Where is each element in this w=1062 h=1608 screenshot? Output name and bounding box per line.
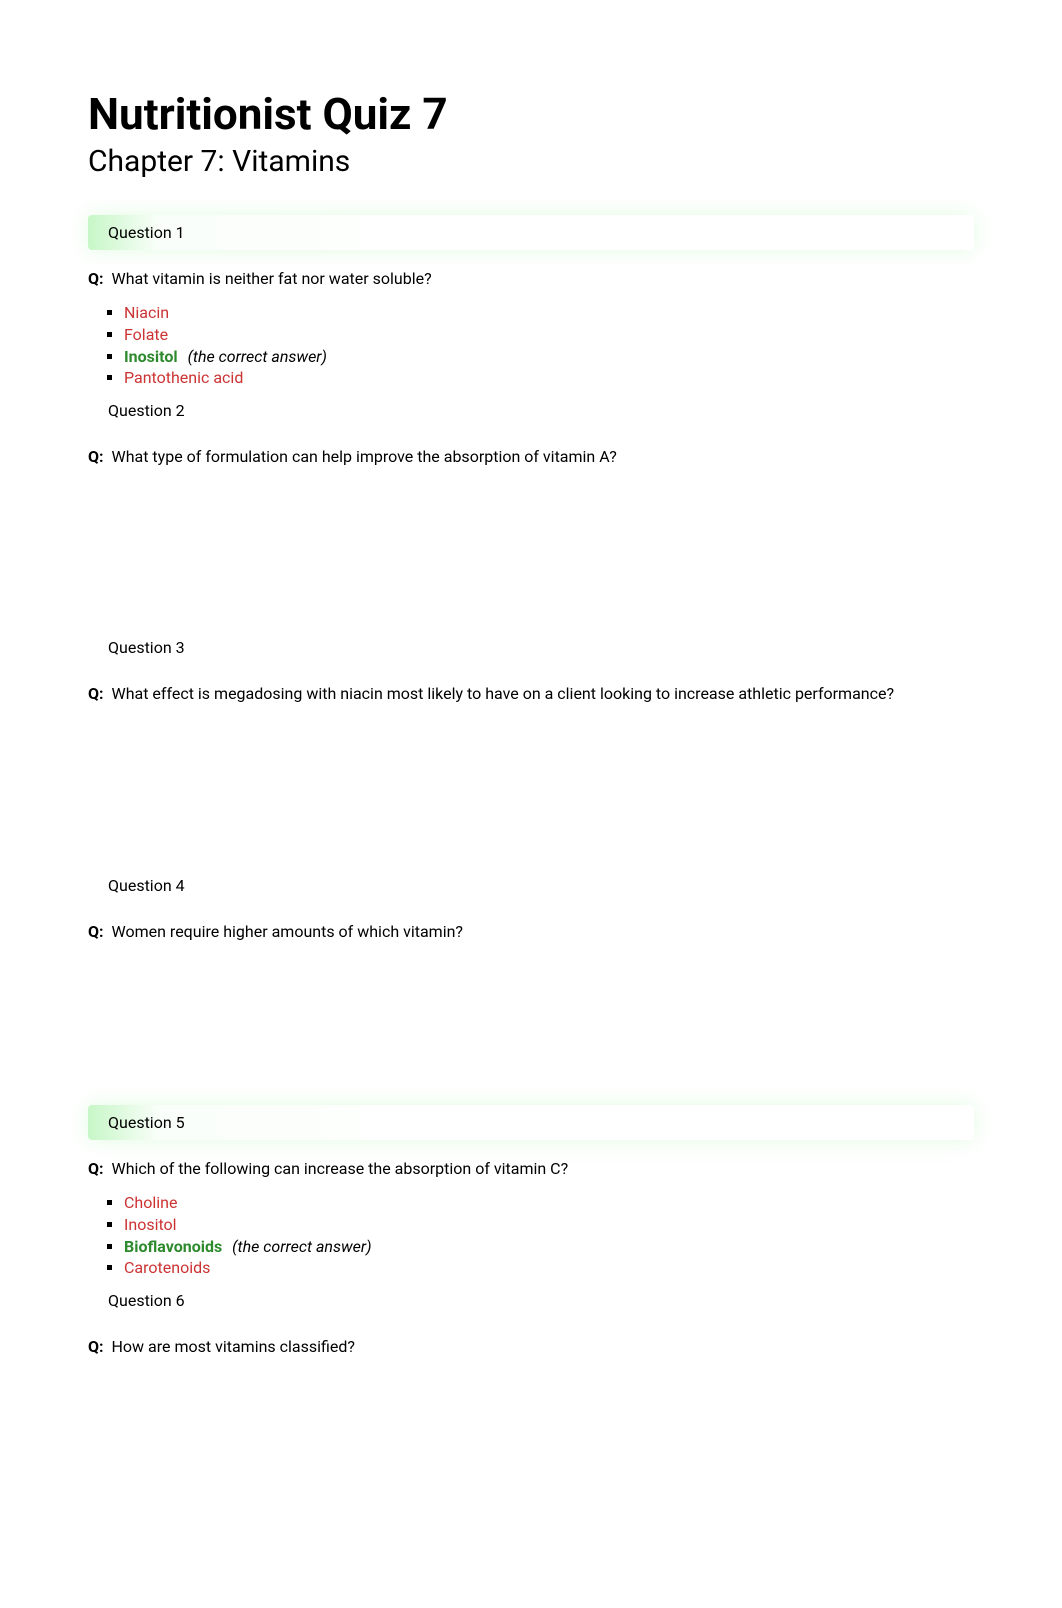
question-header: Question 6 (88, 1283, 974, 1318)
answer-item: Folate (124, 324, 974, 346)
question-text: Which of the following can increase the … (108, 1159, 569, 1178)
page-title: Nutritionist Quiz 7 (88, 88, 974, 140)
answer-spacer (88, 718, 974, 868)
question-header: Question 5 (88, 1105, 974, 1140)
question-prompt: Q: What type of formulation can help imp… (88, 446, 974, 468)
question-prompt: Q: How are most vitamins classified? (88, 1336, 974, 1358)
question-text: What vitamin is neither fat nor water so… (108, 269, 432, 288)
question-header: Question 2 (88, 393, 974, 428)
question-block: Question 3 Q: What effect is megadosing w… (88, 630, 974, 867)
question-header: Question 1 (88, 215, 974, 250)
answer-incorrect: Folate (124, 325, 168, 344)
question-block: Question 6 Q: How are most vitamins class… (88, 1283, 974, 1520)
question-prefix: Q: (88, 269, 104, 288)
question-prompt: Q: Which of the following can increase t… (88, 1158, 974, 1180)
answer-incorrect: Choline (124, 1193, 177, 1212)
answer-item: Bioflavonoids (the correct answer) (124, 1236, 974, 1258)
questions-container: Question 1 Q: What vitamin is neither fat… (88, 215, 974, 1520)
question-header: Question 4 (88, 868, 974, 903)
answer-spacer (88, 480, 974, 630)
question-text: Women require higher amounts of which vi… (108, 922, 463, 941)
question-prefix: Q: (88, 1337, 104, 1356)
question-block: Question 4 Q: Women require higher amount… (88, 868, 974, 1105)
answer-item: Niacin (124, 302, 974, 324)
answer-spacer (88, 1370, 974, 1520)
question-text: How are most vitamins classified? (108, 1337, 355, 1356)
page-subtitle: Chapter 7: Vitamins (88, 144, 974, 179)
question-block: Question 2 Q: What type of formulation ca… (88, 393, 974, 630)
answer-item: Choline (124, 1192, 974, 1214)
answer-spacer (88, 955, 974, 1105)
answer-incorrect: Carotenoids (124, 1258, 210, 1277)
question-header: Question 3 (88, 630, 974, 665)
question-prompt: Q: What effect is megadosing with niacin… (88, 683, 974, 705)
question-text: What type of formulation can help improv… (108, 447, 617, 466)
question-text: What effect is megadosing with niacin mo… (108, 684, 895, 703)
correct-hint: (the correct answer) (232, 1237, 371, 1256)
answer-incorrect: Inositol (124, 1215, 177, 1234)
question-block: Question 1 Q: What vitamin is neither fat… (88, 215, 974, 389)
answer-incorrect: Niacin (124, 303, 169, 322)
question-prefix: Q: (88, 447, 104, 466)
answer-correct: Inositol (124, 347, 178, 366)
answer-item: Inositol (124, 1214, 974, 1236)
question-prefix: Q: (88, 1159, 104, 1178)
answer-incorrect: Pantothenic acid (124, 368, 243, 387)
correct-hint: (the correct answer) (188, 347, 327, 366)
question-prompt: Q: Women require higher amounts of which… (88, 921, 974, 943)
answer-item: Carotenoids (124, 1257, 974, 1279)
answer-list: Niacin Folate Inositol (the correct answer… (88, 302, 974, 388)
question-prompt: Q: What vitamin is neither fat nor water… (88, 268, 974, 290)
question-prefix: Q: (88, 684, 104, 703)
question-block: Question 5 Q: Which of the following can … (88, 1105, 974, 1279)
answer-list: Choline Inositol Bioflavonoids (the correc… (88, 1192, 974, 1278)
question-prefix: Q: (88, 922, 104, 941)
answer-item: Pantothenic acid (124, 367, 974, 389)
answer-item: Inositol (the correct answer) (124, 346, 974, 368)
answer-correct: Bioflavonoids (124, 1237, 222, 1256)
